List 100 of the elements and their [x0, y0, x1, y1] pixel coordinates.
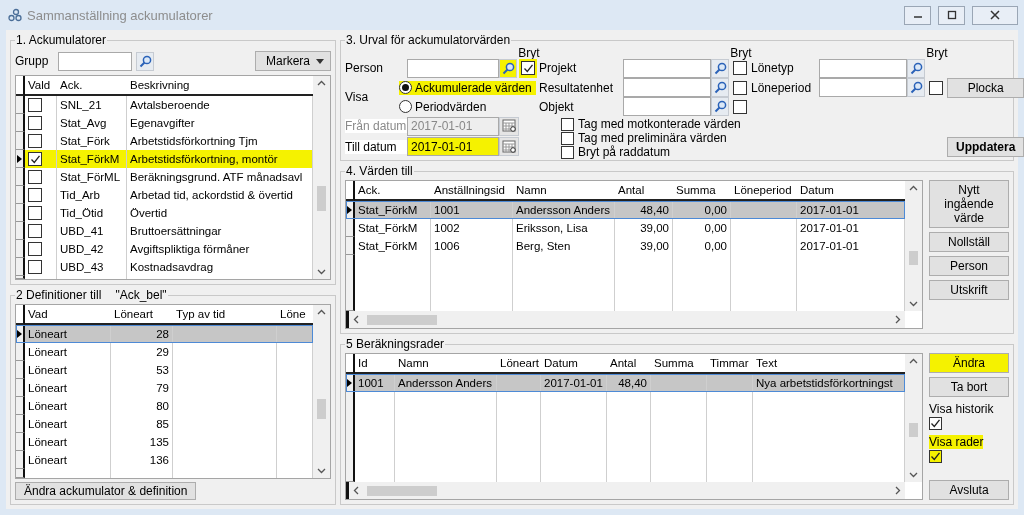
checkbox[interactable]	[28, 188, 42, 202]
dropdown-button[interactable]: Markera	[255, 51, 331, 71]
search-button[interactable]	[711, 97, 729, 116]
update-button[interactable]: Uppdatera	[947, 137, 1024, 157]
scroll-thumb[interactable]	[909, 251, 918, 266]
checkbox[interactable]	[28, 134, 42, 148]
table-row[interactable]: Tid_Arb Arbetad tid, ackordstid & övertid	[16, 186, 313, 204]
table-row[interactable]: Löneart 80	[16, 397, 313, 415]
checkbox[interactable]	[561, 117, 574, 131]
input-field[interactable]	[623, 97, 711, 116]
table-row[interactable]: Stat_FörkM 1002 Eriksson, Lisa 39,00 0,00 2017-01-01	[346, 219, 905, 237]
checkbox[interactable]	[28, 242, 42, 256]
action-button[interactable]: Utskrift	[929, 280, 1009, 300]
table-cell: 1006	[431, 237, 513, 255]
table-row[interactable]: Löneart 79	[16, 379, 313, 397]
checkbox[interactable]	[28, 260, 42, 274]
date-field[interactable]: 2017-01-01	[407, 137, 499, 156]
table-row[interactable]: Stat_FörkM 1006 Berg, Sten 39,00 0,00 2017-01-01	[346, 237, 905, 255]
table-row[interactable]: 1001 Andersson Anders 2017-01-01 48,40 Nya arbetstidsförkortningst	[346, 374, 905, 392]
checkbox[interactable]	[28, 206, 42, 220]
action-button[interactable]: Ta bort	[929, 377, 1009, 397]
row-pointer-icon	[347, 205, 352, 214]
horizontal-scrollbar[interactable]	[346, 311, 905, 328]
table-row[interactable]: Stat_Förk Arbetstidsförkortning Tjm	[16, 132, 313, 150]
checkbox[interactable]	[28, 224, 42, 238]
checkbox[interactable]	[929, 417, 942, 430]
table-row[interactable]: Löneart 85	[16, 415, 313, 433]
input-field[interactable]	[407, 58, 499, 78]
action-button[interactable]: Nollställ	[929, 232, 1009, 252]
vertical-scrollbar[interactable]	[313, 76, 330, 279]
table-row[interactable]: Stat_FörkM 1001 Andersson Anders 48,40 0,00 2017-01-01	[346, 201, 905, 219]
scroll-thumb[interactable]	[367, 485, 437, 496]
row-header	[346, 219, 355, 237]
checkbox[interactable]	[28, 170, 42, 184]
checkbox[interactable]	[929, 450, 942, 463]
action-button[interactable]: Nytt ingående värde	[929, 180, 1009, 228]
input-field[interactable]	[819, 58, 907, 78]
search-icon	[909, 61, 923, 75]
row-header	[16, 168, 25, 186]
table-row[interactable]: Löneart 136	[16, 451, 313, 469]
search-button[interactable]	[907, 58, 925, 78]
close-window-button[interactable]: Avsluta	[929, 480, 1009, 500]
action-button[interactable]: Ändra	[929, 353, 1009, 373]
radio-button[interactable]: Ackumulerade värden	[399, 80, 536, 95]
scroll-thumb[interactable]	[909, 423, 918, 437]
input-field[interactable]	[58, 51, 133, 71]
action-button[interactable]: Person	[929, 256, 1009, 276]
input-field[interactable]	[623, 78, 711, 97]
edit-button[interactable]: Ändra ackumulator & definition	[15, 482, 197, 500]
table-row[interactable]: Stat_FörkM Arbetstidsförkortning, montör	[16, 150, 313, 168]
checkbox[interactable]	[929, 80, 943, 95]
vertical-scrollbar[interactable]	[905, 181, 922, 311]
scroll-thumb[interactable]	[317, 398, 326, 420]
calendar-button[interactable]	[499, 116, 519, 136]
row-header	[16, 114, 25, 132]
checkbox[interactable]	[521, 61, 535, 75]
checkbox[interactable]	[733, 61, 747, 75]
row-header	[16, 415, 25, 433]
table-row[interactable]: Löneart 29	[16, 343, 313, 361]
search-button[interactable]	[711, 78, 729, 97]
checkbox[interactable]	[28, 116, 42, 130]
search-button[interactable]	[499, 58, 517, 78]
minimize-button[interactable]	[904, 5, 931, 25]
column-label: Bryt	[518, 48, 540, 58]
table-row[interactable]: UBD_41 Bruttoersättningar	[16, 222, 313, 240]
maximize-button[interactable]	[938, 5, 965, 25]
horizontal-scrollbar[interactable]	[346, 482, 905, 499]
checkbox[interactable]	[561, 131, 574, 145]
checkbox[interactable]	[733, 80, 747, 95]
radio-button[interactable]: Periodvärden	[399, 99, 491, 114]
vertical-scrollbar[interactable]	[905, 354, 922, 482]
table-row[interactable]: Löneart 28	[16, 325, 313, 343]
input-field[interactable]	[623, 58, 711, 78]
close-button[interactable]	[972, 5, 1018, 25]
checkbox[interactable]	[28, 98, 42, 112]
checkbox[interactable]	[733, 99, 747, 114]
pick-button[interactable]: Plocka	[947, 77, 1024, 98]
scroll-thumb[interactable]	[317, 186, 326, 211]
table-row[interactable]: Stat_FörML Beräkningsgrund. ATF månadsavl	[16, 168, 313, 186]
checkbox[interactable]	[28, 152, 42, 166]
field-label: Visa	[345, 90, 370, 104]
calendar-button[interactable]	[499, 137, 519, 156]
search-button[interactable]	[907, 78, 925, 97]
table-row[interactable]: Löneart 135	[16, 433, 313, 451]
input-field[interactable]	[819, 78, 907, 97]
scroll-thumb[interactable]	[367, 314, 437, 325]
search-button[interactable]	[711, 58, 729, 78]
search-button[interactable]	[136, 51, 155, 71]
table-row[interactable]: Löneart 53	[16, 361, 313, 379]
app-icon	[8, 8, 22, 22]
checkbox[interactable]	[561, 145, 574, 159]
table-row[interactable]: UBD_42 Avgiftspliktiga förmåner	[16, 240, 313, 258]
group-title: 4. Värden till	[346, 164, 413, 178]
table-cell: Berg, Sten	[513, 237, 615, 255]
vertical-scrollbar[interactable]	[313, 305, 330, 478]
table-row[interactable]: Tid_Ötid Övertid	[16, 204, 313, 222]
table-row[interactable]: SNL_21 Avtalsberoende	[16, 96, 313, 114]
table-row[interactable]: Stat_Avg Egenavgifter	[16, 114, 313, 132]
table-row[interactable]: UBD_43 Kostnadsavdrag	[16, 258, 313, 276]
row-header	[16, 397, 25, 415]
